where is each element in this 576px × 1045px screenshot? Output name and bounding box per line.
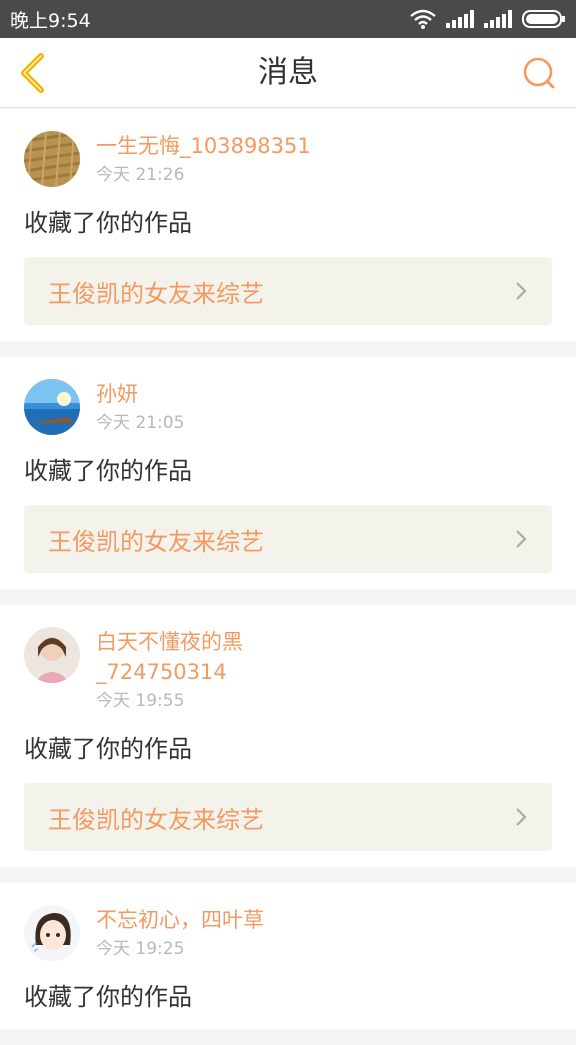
message-time: 今天 19:25: [96, 939, 185, 959]
status-bar: 晚上9:54: [0, 0, 576, 38]
status-icons: [410, 9, 566, 29]
signal-icon: [446, 10, 474, 28]
action-text: 收藏了你的作品: [24, 735, 192, 763]
message-time: 今天 21:26: [96, 165, 185, 185]
nav-bar: 消息: [0, 38, 576, 108]
user-name[interactable]: 孙妍: [96, 379, 184, 409]
work-title: 王俊凯的女友来综艺: [48, 805, 264, 834]
avatar[interactable]: [24, 379, 80, 435]
wifi-icon: [410, 9, 436, 29]
user-name[interactable]: 白天不懂夜的黑 _724750314: [96, 627, 243, 687]
work-link[interactable]: 王俊凯的女友来综艺: [24, 783, 552, 851]
signal-icon-2: [484, 10, 512, 28]
message-time: 今天 21:05: [96, 413, 185, 433]
action-text: 收藏了你的作品: [24, 209, 192, 237]
avatar[interactable]: [24, 905, 80, 961]
status-time: 晚上9:54: [10, 9, 91, 32]
chevron-right-icon: [516, 808, 527, 826]
message-time: 今天 19:55: [96, 691, 185, 711]
user-name[interactable]: 一生无悔_103898351: [96, 131, 311, 161]
message-card: 孙妍 今天 21:05 收藏了你的作品 王俊凯的女友来综艺: [0, 357, 576, 589]
page-title: 消息: [258, 55, 318, 90]
chevron-right-icon: [516, 282, 527, 300]
work-title: 王俊凯的女友来综艺: [48, 527, 264, 556]
chevron-right-icon: [516, 530, 527, 548]
avatar[interactable]: [24, 131, 80, 187]
battery-icon: [522, 10, 565, 28]
work-title: 王俊凯的女友来综艺: [48, 279, 264, 308]
work-link[interactable]: 王俊凯的女友来综艺: [24, 505, 552, 573]
action-text: 收藏了你的作品: [24, 983, 192, 1011]
search-button[interactable]: [518, 52, 560, 94]
user-name[interactable]: 不忘初心，四叶草: [96, 905, 264, 935]
message-card: 不忘初心，四叶草 今天 19:25 收藏了你的作品: [0, 883, 576, 1029]
message-card: 白天不懂夜的黑 _724750314 今天 19:55 收藏了你的作品 王俊凯的…: [0, 605, 576, 867]
action-text: 收藏了你的作品: [24, 457, 192, 485]
message-card: 一生无悔_103898351 今天 21:26 收藏了你的作品 王俊凯的女友来综…: [0, 109, 576, 341]
search-icon: [523, 57, 555, 89]
avatar[interactable]: [24, 627, 80, 683]
message-list: 一生无悔_103898351 今天 21:26 收藏了你的作品 王俊凯的女友来综…: [0, 109, 576, 1045]
work-link[interactable]: 王俊凯的女友来综艺: [24, 257, 552, 325]
